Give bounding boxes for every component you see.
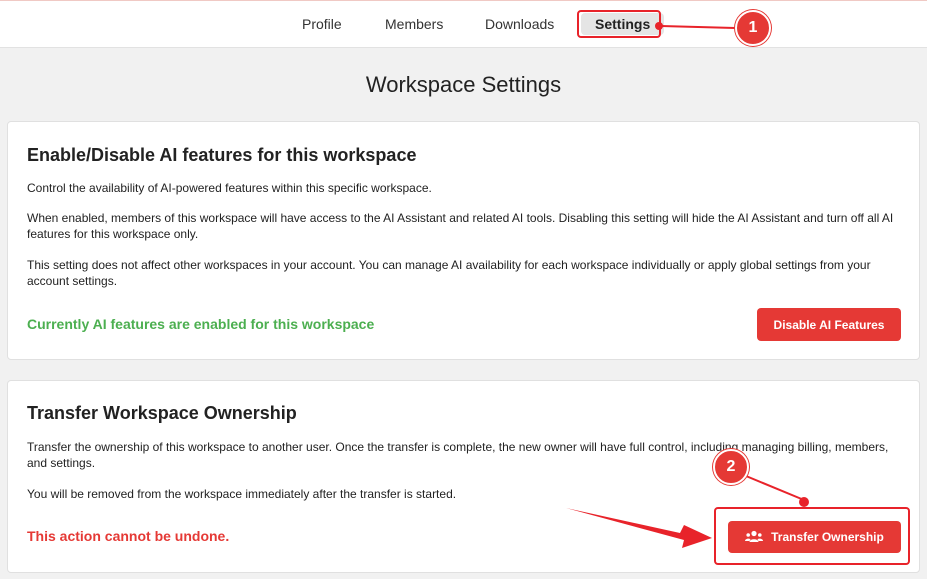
transfer-ownership-card: Transfer Workspace Ownership Transfer th… <box>7 380 920 573</box>
top-nav-bar: Profile Members Downloads Settings <box>0 0 927 48</box>
tab-members[interactable]: Members <box>385 16 443 32</box>
ai-card-details: When enabled, members of this workspace … <box>27 211 894 241</box>
ai-features-card: Enable/Disable AI features for this work… <box>7 121 920 360</box>
tab-downloads[interactable]: Downloads <box>485 16 554 32</box>
ai-card-title: Enable/Disable AI features for this work… <box>27 145 417 165</box>
tab-settings[interactable]: Settings <box>581 13 665 35</box>
annotation-badge-1: 1 <box>735 10 771 46</box>
transfer-card-title: Transfer Workspace Ownership <box>27 403 297 423</box>
users-icon <box>745 530 764 544</box>
transfer-warning-text: This action cannot be undone. <box>27 528 230 544</box>
ai-card-description: Control the availability of AI-powered f… <box>27 181 432 195</box>
transfer-card-note: You will be removed from the workspace i… <box>27 487 457 501</box>
ai-card-note: This setting does not affect other works… <box>27 258 871 288</box>
disable-ai-features-button[interactable]: Disable AI Features <box>757 308 901 341</box>
disable-ai-features-label: Disable AI Features <box>773 317 885 332</box>
transfer-ownership-button[interactable]: Transfer Ownership <box>728 521 901 553</box>
page-title: Workspace Settings <box>365 72 562 97</box>
transfer-ownership-label: Transfer Ownership <box>771 530 884 544</box>
transfer-card-description: Transfer the ownership of this workspace… <box>27 440 889 470</box>
tab-profile[interactable]: Profile <box>302 16 342 32</box>
annotation-badge-2: 2 <box>713 449 749 485</box>
ai-status-text: Currently AI features are enabled for th… <box>27 316 375 332</box>
